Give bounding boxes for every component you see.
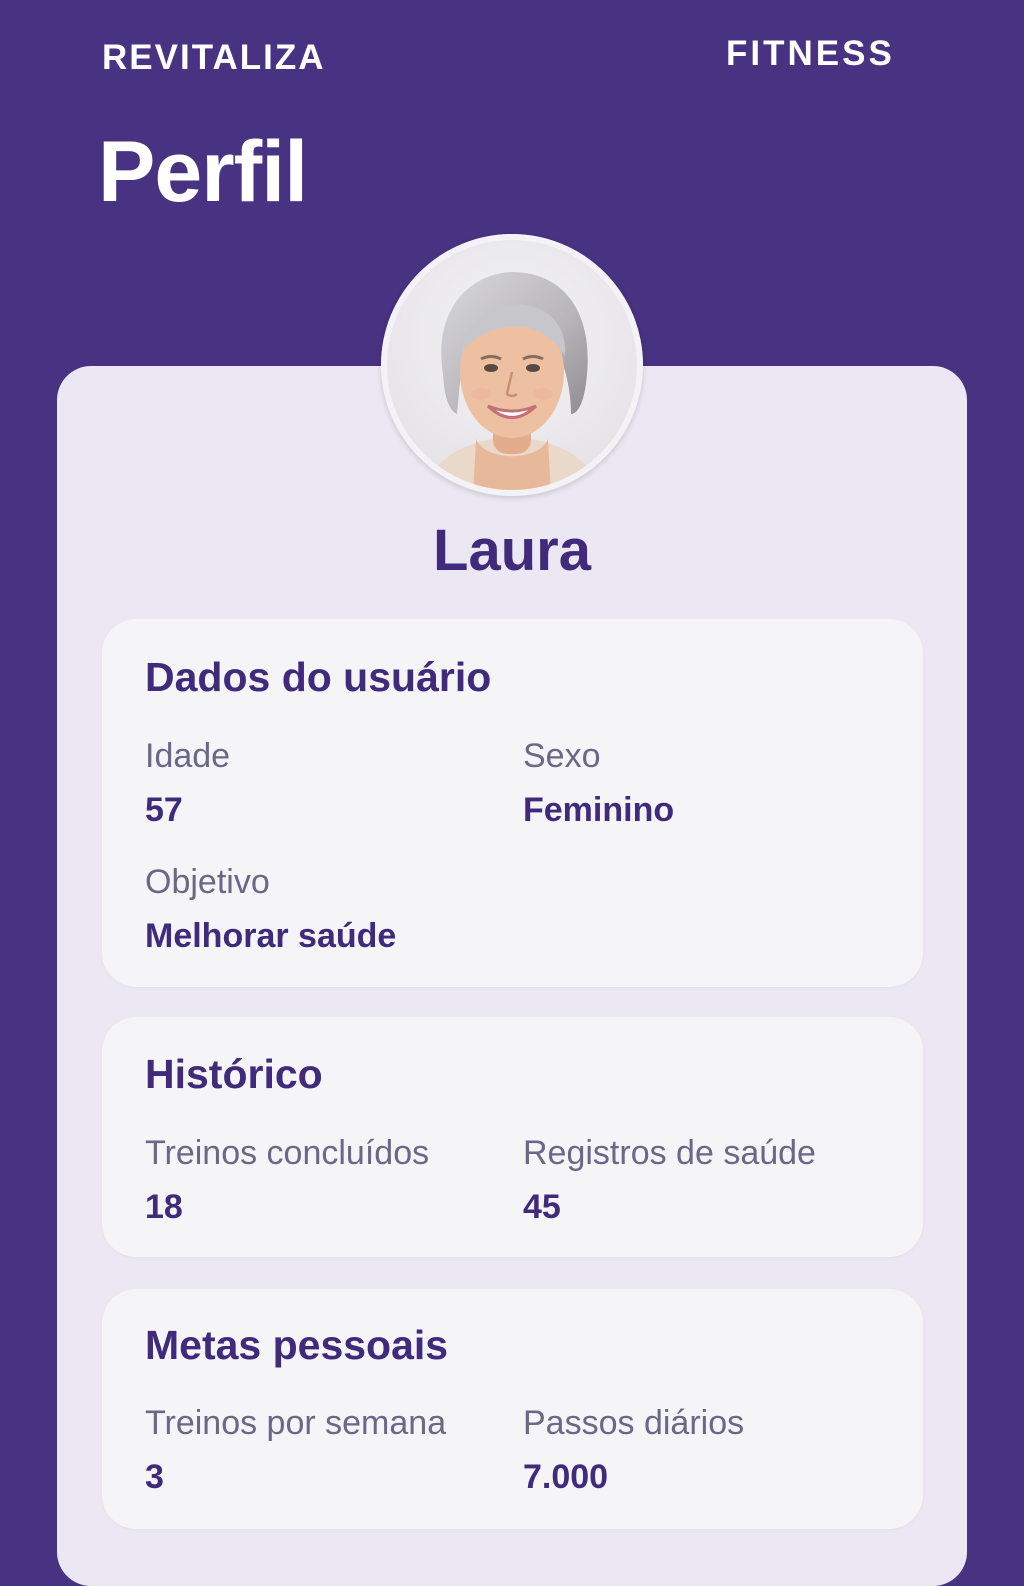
user-data-section: Dados do usuário Idade 57 Sexo Feminino … (102, 619, 923, 987)
section-title-goals: Metas pessoais (145, 1322, 449, 1368)
section-title-history: Histórico (145, 1051, 323, 1097)
workouts-completed-label: Treinos concluídos (145, 1134, 430, 1172)
page-title: Perfil (98, 124, 308, 220)
sex-value: Feminino (523, 791, 675, 829)
age-label: Idade (145, 737, 231, 775)
user-name: Laura (433, 518, 591, 583)
health-records-value: 45 (523, 1188, 561, 1226)
daily-steps-value: 7.000 (523, 1458, 609, 1496)
avatar[interactable] (381, 234, 643, 496)
goal-value: Melhorar saúde (145, 917, 397, 955)
goal-label: Objetivo (145, 863, 270, 901)
age-value: 57 (145, 791, 183, 829)
weekly-workouts-value: 3 (145, 1458, 164, 1496)
personal-goals-section: Metas pessoais Treinos por semana 3 Pass… (102, 1289, 923, 1529)
sex-label: Sexo (523, 737, 601, 775)
avatar-photo (381, 234, 643, 496)
workouts-completed-value: 18 (145, 1188, 183, 1226)
brand-name-left: REVITALIZA (102, 38, 326, 77)
health-records-label: Registros de saúde (523, 1134, 816, 1172)
daily-steps-label: Passos diários (523, 1404, 745, 1442)
section-title-user-data: Dados do usuário (145, 654, 492, 700)
weekly-workouts-label: Treinos por semana (145, 1404, 447, 1442)
history-section: Histórico Treinos concluídos 18 Registro… (102, 1017, 923, 1257)
brand-name-right: FITNESS (726, 34, 895, 73)
